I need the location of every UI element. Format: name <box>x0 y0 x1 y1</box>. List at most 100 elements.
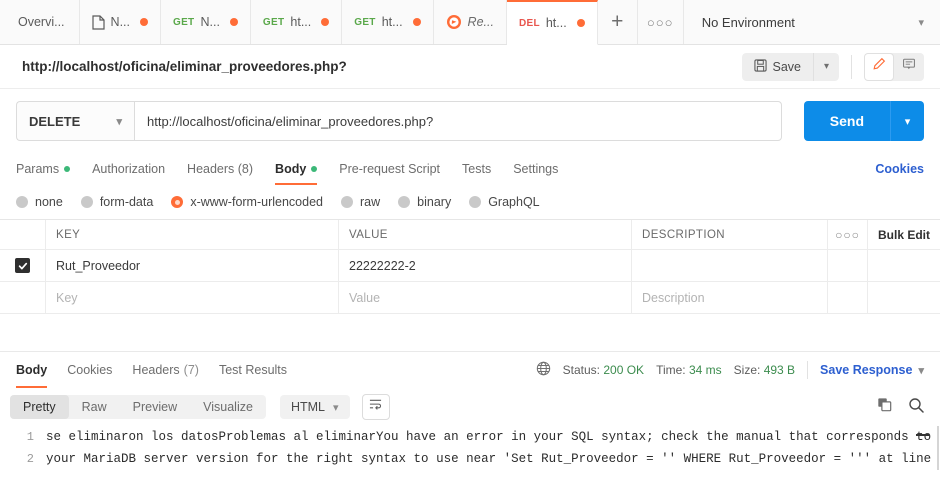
save-button-label: Save <box>772 59 802 74</box>
tab-authorization[interactable]: Authorization <box>92 153 165 185</box>
tab-request-active-delete[interactable]: DEL ht... <box>506 0 598 45</box>
radio-label: x-www-form-urlencoded <box>190 195 323 209</box>
table-header-description: DESCRIPTION <box>632 220 828 249</box>
response-tab-test-results[interactable]: Test Results <box>219 352 287 388</box>
send-dropdown-button[interactable]: ▾ <box>890 101 924 141</box>
line-text: se eliminaron los datosProblemas al elim… <box>46 430 932 444</box>
tab-body[interactable]: Body <box>275 153 318 185</box>
body-type-binary[interactable]: binary <box>398 195 451 209</box>
url-input[interactable]: http://localhost/oficina/eliminar_provee… <box>134 101 782 141</box>
table-header-row: KEY VALUE DESCRIPTION ○○○ Bulk Edit <box>0 220 940 250</box>
comment-icon <box>902 57 916 76</box>
new-tab-button[interactable]: + <box>597 0 638 44</box>
url-bar: DELETE ▾ http://localhost/oficina/elimin… <box>0 89 940 153</box>
response-tab-cookies[interactable]: Cookies <box>67 352 112 388</box>
response-scrollbar[interactable] <box>937 426 939 470</box>
new-row-value-placeholder: Value <box>349 290 381 305</box>
table-row[interactable]: Rut_Proveedor 22222222-2 <box>0 250 940 282</box>
tab-request-2[interactable]: GET N... <box>161 0 251 44</box>
table-row-empty[interactable]: Key Value Description <box>0 282 940 314</box>
edit-button[interactable] <box>864 52 894 81</box>
environment-selector[interactable]: No Environment ▾ <box>683 0 940 44</box>
chevron-down-icon: ▾ <box>918 16 924 29</box>
wrap-text-icon <box>368 398 383 416</box>
row-value-input[interactable]: 22222222-2 <box>339 250 632 281</box>
search-icon[interactable] <box>908 397 924 418</box>
tab-overview[interactable]: Overvi... <box>0 0 80 44</box>
response-tab-body[interactable]: Body <box>16 352 48 388</box>
cookies-link[interactable]: Cookies <box>875 162 924 176</box>
response-toolbar: Pretty Raw Preview Visualize HTML ▾ <box>0 388 940 426</box>
tab-settings[interactable]: Settings <box>513 153 558 185</box>
row-description-input[interactable] <box>632 250 828 281</box>
params-table: KEY VALUE DESCRIPTION ○○○ Bulk Edit Rut_… <box>0 219 940 352</box>
table-header-key: KEY <box>46 220 339 249</box>
radio-icon-selected <box>171 196 184 208</box>
tab-request-3[interactable]: GET ht... <box>250 0 343 44</box>
view-mode-raw[interactable]: Raw <box>69 395 120 419</box>
runner-icon <box>446 14 462 30</box>
copy-icon[interactable] <box>877 397 892 417</box>
tab-tests[interactable]: Tests <box>462 153 491 185</box>
tab-params[interactable]: Params <box>16 153 71 185</box>
save-response-button[interactable]: Save Response ▾ <box>820 363 924 377</box>
tab-more-options-icon[interactable]: ○○○ <box>637 0 684 44</box>
tab-headers[interactable]: Headers (8) <box>187 153 253 185</box>
view-mode-pretty[interactable]: Pretty <box>10 395 69 419</box>
row-key-input[interactable]: Rut_Proveedor <box>46 250 339 281</box>
line-number: 1 <box>26 430 34 444</box>
response-tab-headers[interactable]: Headers (7) <box>132 352 199 388</box>
column-header-label: KEY <box>56 228 81 241</box>
table-options-icon[interactable]: ○○○ <box>828 220 868 249</box>
response-format-select[interactable]: HTML ▾ <box>279 395 350 419</box>
tab-method: DEL <box>518 17 540 29</box>
request-tabs: Params Authorization Headers (8) Body Pr… <box>0 153 940 185</box>
save-response-label: Save Response <box>820 363 913 377</box>
view-mode-preview[interactable]: Preview <box>120 395 190 419</box>
new-row-description-input[interactable]: Description <box>632 282 828 313</box>
response-view-controls: Pretty Raw Preview Visualize HTML ▾ <box>10 394 390 420</box>
response-headers-count: (7) <box>183 363 199 377</box>
http-method-value: DELETE <box>29 113 81 129</box>
radio-label: binary <box>417 195 452 209</box>
save-button[interactable]: Save <box>741 52 813 81</box>
response-body-code[interactable]: 1 se eliminaron los datosProblemas al el… <box>0 426 940 470</box>
http-method-select[interactable]: DELETE ▾ <box>16 101 134 141</box>
radio-icon <box>341 196 353 208</box>
body-type-radios: none form-data x-www-form-urlencoded raw… <box>0 185 940 219</box>
tab-request-1[interactable]: N... <box>79 0 161 44</box>
body-type-raw[interactable]: raw <box>341 195 380 209</box>
response-tabs: Body Cookies Headers (7) Test Results <box>10 352 287 388</box>
new-row-value-input[interactable]: Value <box>339 282 632 313</box>
code-line: 1 se eliminaron los datosProblemas al el… <box>0 426 940 448</box>
send-group: Send ▾ <box>803 101 924 141</box>
response-tool-actions <box>877 397 924 418</box>
body-type-none[interactable]: none <box>16 195 63 209</box>
response-meta: Status: 200 OK Time: 34 ms Size: 493 B S… <box>536 361 924 379</box>
comment-button[interactable] <box>894 53 924 81</box>
bulk-edit-button[interactable]: Bulk Edit <box>868 220 940 249</box>
view-mode-visualize[interactable]: Visualize <box>190 395 266 419</box>
row-spacer-options <box>828 250 868 281</box>
body-type-urlencoded[interactable]: x-www-form-urlencoded <box>171 195 323 209</box>
tab-pre-request-script[interactable]: Pre-request Script <box>339 153 440 185</box>
tab-method: GET <box>262 16 285 28</box>
tab-label: N... <box>200 15 220 29</box>
chevron-down-icon: ▾ <box>904 115 911 128</box>
row-checkbox-checked[interactable] <box>15 258 30 273</box>
radio-label: GraphQL <box>488 195 540 209</box>
tab-request-4[interactable]: GET ht... <box>342 0 434 44</box>
tab-runner[interactable]: Re... <box>433 0 507 44</box>
body-type-graphql[interactable]: GraphQL <box>469 195 540 209</box>
unsaved-indicator <box>576 19 585 27</box>
wrap-lines-button[interactable] <box>361 394 390 420</box>
body-type-form-data[interactable]: form-data <box>80 195 153 209</box>
save-group: Save ▾ <box>741 52 839 81</box>
new-row-key-input[interactable]: Key <box>46 282 339 313</box>
divider <box>851 54 852 79</box>
save-dropdown-button[interactable]: ▾ <box>813 52 839 81</box>
unsaved-indicator <box>321 18 330 26</box>
view-toggle-group <box>864 52 924 81</box>
send-button[interactable]: Send <box>803 101 890 141</box>
response-tab-headers-label: Headers <box>132 363 180 377</box>
